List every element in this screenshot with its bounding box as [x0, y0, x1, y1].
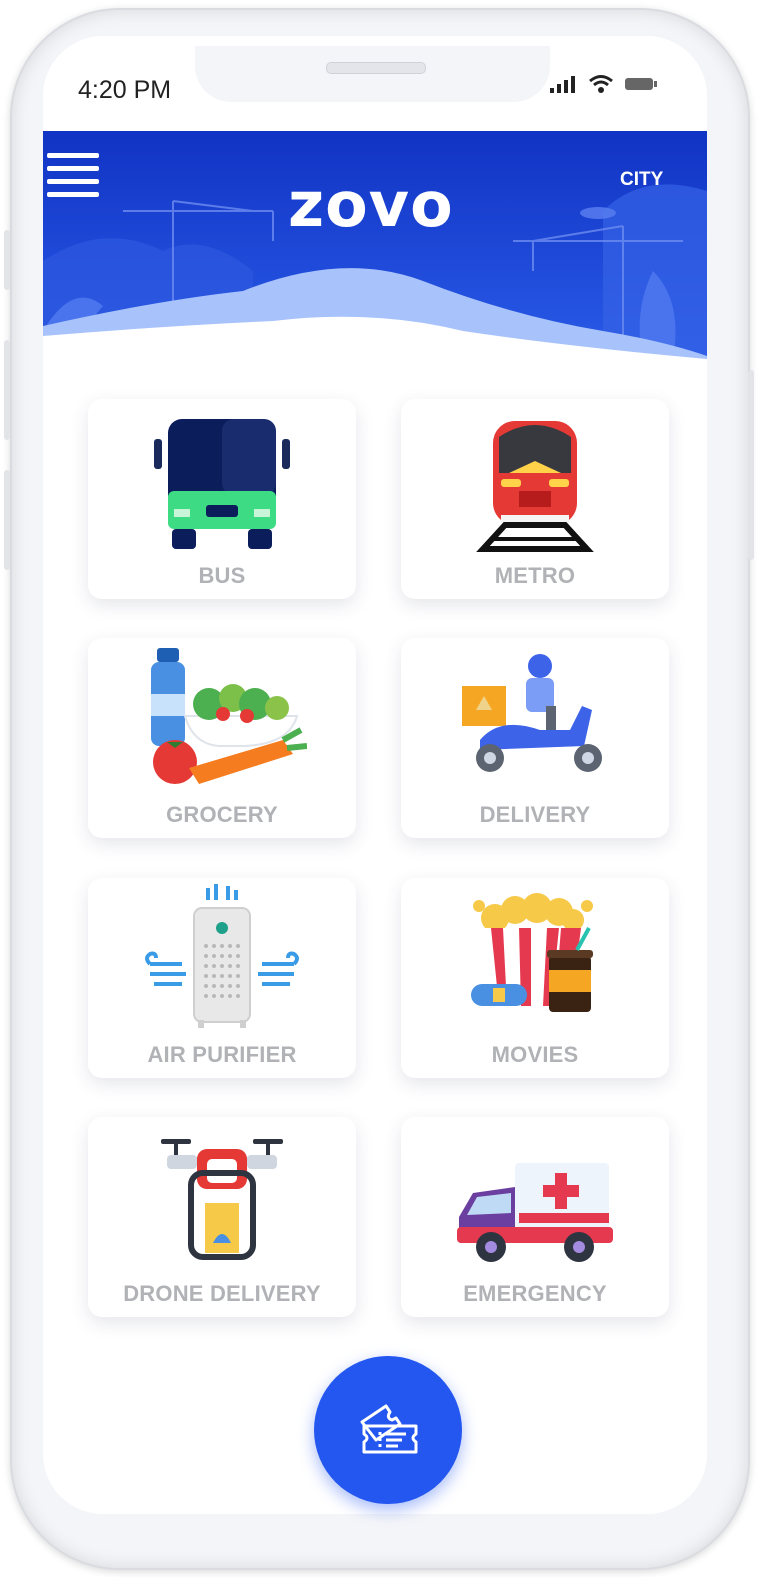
popcorn-icon [471, 893, 593, 1012]
service-label: MOVIES [491, 1042, 579, 1067]
grocery-icon [151, 648, 307, 784]
city-selector[interactable]: CITY [620, 169, 663, 191]
phone-side-button [4, 230, 10, 290]
battery-icon [625, 78, 657, 90]
service-label: AIR PURIFIER [147, 1042, 297, 1067]
service-label: EMERGENCY [463, 1281, 607, 1306]
service-label: DRONE DELIVERY [123, 1281, 321, 1306]
service-card-air-purifier[interactable]: AIR PURIFIER [88, 878, 356, 1078]
service-label: BUS [198, 563, 246, 588]
service-card-grocery[interactable]: GROCERY [88, 638, 356, 838]
service-label: DELIVERY [479, 802, 591, 827]
phone-side-button [4, 340, 10, 440]
zovo-logo: zovo [288, 168, 454, 241]
phone-side-button [4, 470, 10, 570]
service-label: GROCERY [166, 802, 278, 827]
delivery-scooter-icon [462, 654, 602, 772]
signal-icon [550, 76, 575, 93]
ticket-fab-button[interactable] [314, 1356, 462, 1504]
service-card-drone-delivery[interactable]: DRONE DELIVERY [88, 1117, 356, 1317]
phone-speaker [326, 62, 426, 74]
wifi-icon [589, 75, 613, 93]
ambulance-icon [457, 1163, 613, 1262]
ticket-icon [360, 1404, 418, 1454]
air-purifier-icon [145, 884, 299, 1028]
status-time: 4:20 PM [78, 76, 172, 104]
service-card-delivery[interactable]: DELIVERY [401, 638, 669, 838]
phone-power-button [748, 370, 754, 560]
phone-notch [195, 46, 550, 102]
hamburger-menu-icon[interactable] [47, 153, 99, 197]
service-card-emergency[interactable]: EMERGENCY [401, 1117, 669, 1317]
bus-icon [154, 419, 290, 549]
service-card-movies[interactable]: MOVIES [401, 878, 669, 1078]
status-icons [548, 74, 658, 94]
metro-train-icon [476, 421, 594, 552]
service-card-bus[interactable]: BUS [88, 399, 356, 599]
service-card-metro[interactable]: METRO [401, 399, 669, 599]
service-label: METRO [494, 563, 576, 588]
header-background [43, 131, 707, 359]
header-banner [43, 131, 707, 359]
drone-icon [161, 1139, 283, 1260]
